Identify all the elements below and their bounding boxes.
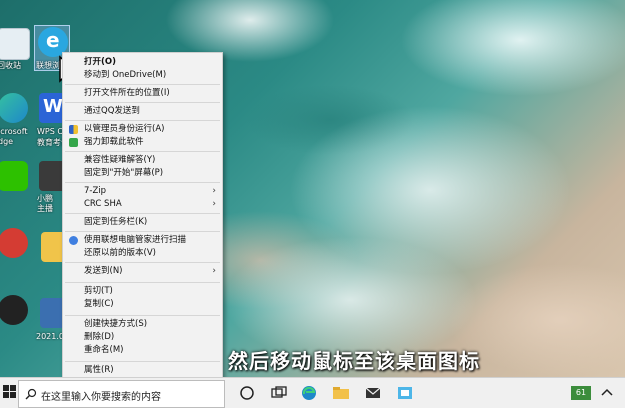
shield-icon: [69, 125, 78, 134]
menu-item-lenovo-scan[interactable]: 使用联想电脑管家进行扫描: [63, 234, 222, 247]
edge-icon[interactable]: [0, 93, 28, 123]
uninstall-icon: [69, 138, 78, 147]
edge-label-2: dge: [0, 137, 14, 146]
edge-taskbar-icon[interactable]: [300, 384, 318, 402]
file-explorer-icon[interactable]: [332, 384, 350, 402]
menu-item-compat-troubleshoot[interactable]: 兼容性疑难解答(Y): [63, 154, 222, 167]
taskbar: 在这里输入你要搜索的内容 61: [0, 377, 625, 408]
menu-item-create-shortcut[interactable]: 创建快捷方式(S): [63, 318, 222, 331]
document-label: 2021.0: [36, 332, 64, 341]
wechat-icon[interactable]: [0, 161, 28, 191]
menu-item-move-onedrive[interactable]: 移动到 OneDrive(M): [63, 69, 222, 82]
battery-badge[interactable]: 61: [571, 386, 591, 400]
chevron-right-icon: ›: [212, 199, 216, 209]
video-subtitle: 然后移动鼠标至该桌面图标: [228, 349, 480, 373]
browser-e-glyph: e: [46, 28, 60, 52]
search-icon: [25, 388, 37, 400]
menu-item-label: 复制(C): [84, 299, 114, 309]
menu-separator: [65, 182, 220, 183]
menu-item-label: 还原以前的版本(V): [84, 248, 156, 258]
menu-item-force-uninstall[interactable]: 强力卸载此软件: [63, 136, 222, 149]
app-taskbar-icon[interactable]: [396, 384, 414, 402]
menu-item-label: CRC SHA: [84, 199, 122, 209]
task-view-icon[interactable]: [238, 384, 256, 402]
menu-item-label: 以管理员身份运行(A): [84, 124, 165, 134]
menu-item-label: 通过QQ发送到: [84, 106, 140, 116]
menu-item-label: 使用联想电脑管家进行扫描: [84, 235, 187, 245]
menu-item-properties[interactable]: 属性(R): [63, 364, 222, 377]
streamer-label-2: 主播: [37, 204, 53, 213]
menu-item-copy[interactable]: 复制(C): [63, 298, 222, 311]
menu-item-label: 重命名(M): [84, 345, 124, 355]
menu-item-cut[interactable]: 剪切(T): [63, 285, 222, 298]
menu-item-pin-taskbar[interactable]: 固定到任务栏(K): [63, 216, 222, 229]
menu-item-label: 打开文件所在的位置(I): [84, 88, 170, 98]
menu-item-send-qq[interactable]: 通过QQ发送到: [63, 105, 222, 118]
recycle-bin-label: 回收站: [0, 61, 21, 70]
menu-separator: [65, 361, 220, 362]
scan-icon: [69, 236, 78, 245]
menu-separator: [65, 84, 220, 85]
taskbar-search-box[interactable]: 在这里输入你要搜索的内容: [18, 380, 225, 408]
chevron-up-icon[interactable]: [598, 384, 616, 402]
menu-item-rename[interactable]: 重命名(M): [63, 344, 222, 357]
context-menu: 打开(O) 移动到 OneDrive(M) 打开文件所在的位置(I) 通过QQ发…: [62, 52, 223, 383]
chevron-right-icon: ›: [212, 266, 216, 276]
menu-item-label: 属性(R): [84, 365, 114, 375]
menu-item-send-to[interactable]: 发送到(N) ›: [63, 265, 222, 278]
netease-music-icon[interactable]: [0, 228, 28, 258]
menu-item-label: 固定到任务栏(K): [84, 217, 148, 227]
menu-item-label: 7-Zip: [84, 186, 107, 196]
recycle-bin-icon[interactable]: [0, 28, 30, 60]
mail-icon[interactable]: [364, 384, 382, 402]
menu-item-label: 移动到 OneDrive(M): [84, 70, 167, 80]
windows-logo-icon: [3, 392, 9, 398]
windows-logo-icon: [10, 392, 16, 398]
menu-separator: [65, 282, 220, 283]
menu-item-label: 发送到(N): [84, 266, 123, 276]
menu-separator: [65, 231, 220, 232]
task-switch-icon[interactable]: [270, 384, 288, 402]
menu-item-label: 创建快捷方式(S): [84, 319, 148, 329]
start-button[interactable]: [3, 385, 17, 399]
menu-item-label: 删除(D): [84, 332, 115, 342]
menu-item-crc-sha[interactable]: CRC SHA ›: [63, 198, 222, 211]
windows-logo-icon: [10, 385, 16, 391]
menu-separator: [65, 213, 220, 214]
menu-separator: [65, 315, 220, 316]
menu-item-run-as-admin[interactable]: 以管理员身份运行(A): [63, 123, 222, 136]
menu-separator: [65, 102, 220, 103]
menu-item-label: 兼容性疑难解答(Y): [84, 155, 156, 165]
edge-label-1: icrosoft: [0, 127, 28, 136]
menu-separator: [65, 120, 220, 121]
menu-item-label: 剪切(T): [84, 286, 113, 296]
menu-item-restore-versions[interactable]: 还原以前的版本(V): [63, 247, 222, 260]
chevron-right-icon: ›: [212, 186, 216, 196]
menu-item-label: 打开(O): [84, 57, 116, 67]
menu-separator: [65, 151, 220, 152]
wps-w-glyph: W: [43, 96, 63, 117]
qq-icon[interactable]: [0, 295, 28, 325]
menu-item-delete[interactable]: 删除(D): [63, 331, 222, 344]
windows-logo-icon: [3, 385, 9, 391]
menu-separator: [65, 262, 220, 263]
menu-item-open[interactable]: 打开(O): [63, 56, 222, 69]
menu-item-label: 强力卸载此软件: [84, 137, 144, 147]
menu-item-label: 固定到"开始"屏幕(P): [84, 168, 164, 178]
menu-item-pin-start[interactable]: 固定到"开始"屏幕(P): [63, 167, 222, 180]
search-placeholder: 在这里输入你要搜索的内容: [41, 392, 161, 403]
menu-item-7zip[interactable]: 7-Zip ›: [63, 185, 222, 198]
menu-item-open-location[interactable]: 打开文件所在的位置(I): [63, 87, 222, 100]
